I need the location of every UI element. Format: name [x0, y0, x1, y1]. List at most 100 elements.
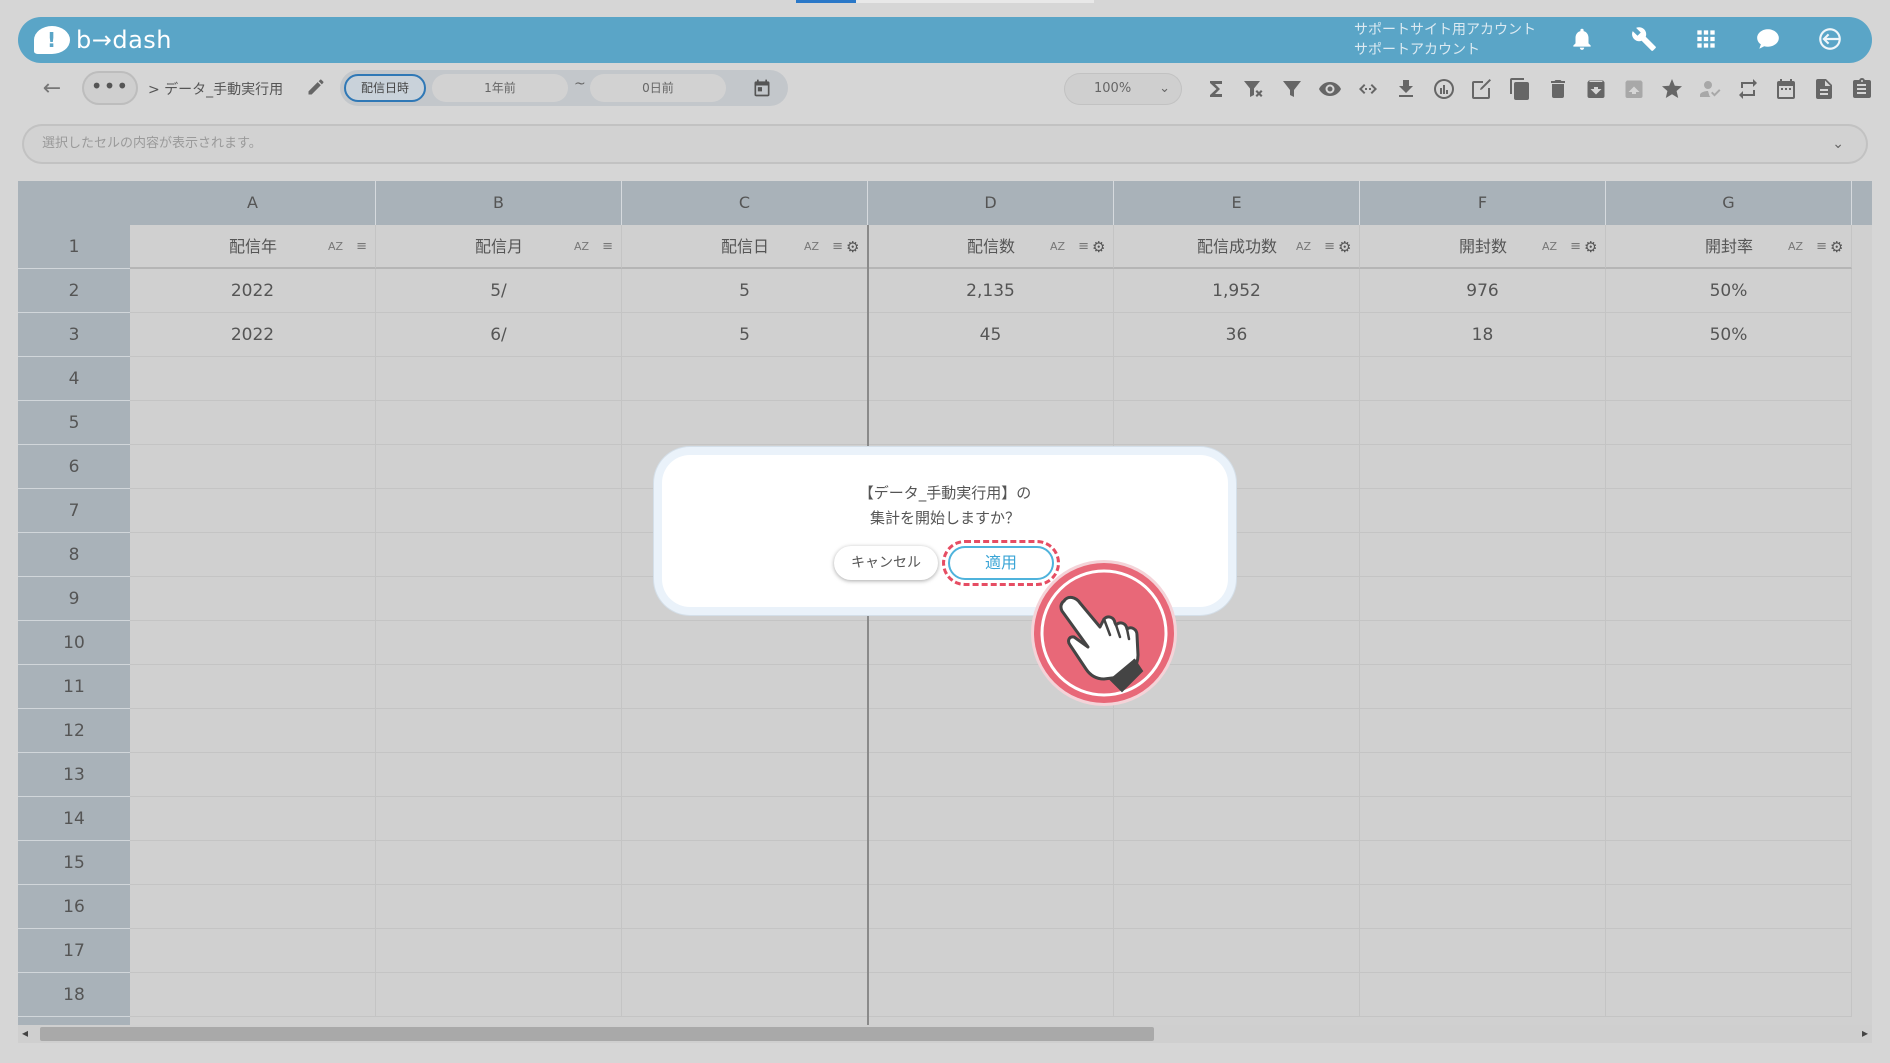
date-to-field[interactable]: 0日前	[590, 74, 726, 102]
table-cell[interactable]: 2,135	[868, 269, 1114, 313]
table-cell[interactable]	[868, 753, 1114, 797]
sort-az-icon[interactable]: AZ	[1542, 225, 1557, 269]
table-cell[interactable]	[1114, 709, 1360, 753]
table-cell[interactable]	[1360, 797, 1606, 841]
more-button[interactable]: •••	[82, 71, 138, 105]
table-cell[interactable]	[376, 797, 622, 841]
user-check-icon[interactable]	[1696, 75, 1724, 103]
table-cell[interactable]	[622, 929, 868, 973]
table-cell[interactable]: 18	[1360, 313, 1606, 357]
column-header-g[interactable]: G	[1606, 181, 1852, 225]
table-cell[interactable]	[376, 753, 622, 797]
eye-icon[interactable]	[1316, 75, 1344, 103]
sort-az-icon[interactable]: AZ	[1296, 225, 1311, 269]
row-header[interactable]: 1	[18, 225, 130, 269]
table-cell[interactable]	[1114, 885, 1360, 929]
table-cell[interactable]	[1360, 621, 1606, 665]
table-cell[interactable]	[130, 929, 376, 973]
table-cell[interactable]	[130, 445, 376, 489]
table-cell[interactable]: 45	[868, 313, 1114, 357]
table-cell[interactable]	[1606, 489, 1852, 533]
row-header[interactable]: 17	[18, 929, 130, 973]
table-cell[interactable]: 5/	[376, 269, 622, 313]
table-cell[interactable]	[376, 973, 622, 1017]
table-cell[interactable]	[130, 973, 376, 1017]
row-header[interactable]: 4	[18, 357, 130, 401]
row-header[interactable]: 10	[18, 621, 130, 665]
table-cell[interactable]	[1360, 885, 1606, 929]
table-cell[interactable]	[130, 357, 376, 401]
table-cell[interactable]	[1606, 797, 1852, 841]
table-cell[interactable]	[1606, 577, 1852, 621]
table-cell[interactable]	[1606, 621, 1852, 665]
table-cell[interactable]	[622, 709, 868, 753]
row-header[interactable]: 6	[18, 445, 130, 489]
sum-icon[interactable]	[1202, 75, 1230, 103]
table-cell[interactable]: 36	[1114, 313, 1360, 357]
table-cell[interactable]	[622, 621, 868, 665]
table-cell[interactable]	[1360, 709, 1606, 753]
repeat-icon[interactable]	[1734, 75, 1762, 103]
scroll-right-icon[interactable]: ▸	[1862, 1026, 1868, 1040]
table-cell[interactable]	[130, 577, 376, 621]
code-icon[interactable]	[1354, 75, 1382, 103]
copy-icon[interactable]	[1506, 75, 1534, 103]
table-cell[interactable]	[376, 489, 622, 533]
filter-icon[interactable]: ≡	[602, 225, 613, 269]
table-cell[interactable]	[376, 445, 622, 489]
pencil-icon[interactable]	[306, 77, 326, 97]
filter-icon[interactable]: ≡	[1078, 225, 1089, 269]
filter-icon[interactable]: ≡	[356, 225, 367, 269]
sort-az-icon[interactable]: AZ	[1050, 225, 1065, 269]
table-cell[interactable]	[1360, 841, 1606, 885]
table-cell[interactable]	[1606, 445, 1852, 489]
table-cell[interactable]	[130, 401, 376, 445]
header-cell[interactable]: ⚙ 配信数 AZ ≡	[868, 225, 1114, 269]
trash-icon[interactable]	[1544, 75, 1572, 103]
chart-icon[interactable]	[1430, 75, 1458, 103]
filter-clear-icon[interactable]	[1240, 75, 1268, 103]
table-cell[interactable]	[1606, 665, 1852, 709]
table-cell[interactable]	[1114, 797, 1360, 841]
table-cell[interactable]: 50%	[1606, 269, 1852, 313]
row-header[interactable]: 12	[18, 709, 130, 753]
breadcrumb[interactable]: > データ_手動実行用	[148, 79, 283, 99]
scrollbar-thumb[interactable]	[40, 1027, 1154, 1041]
row-header[interactable]: 18	[18, 973, 130, 1017]
table-cell[interactable]	[130, 489, 376, 533]
table-cell[interactable]	[1606, 841, 1852, 885]
table-cell[interactable]: 976	[1360, 269, 1606, 313]
header-cell[interactable]: ⚙ 配信成功数 AZ ≡	[1114, 225, 1360, 269]
row-header[interactable]: 5	[18, 401, 130, 445]
table-cell[interactable]	[376, 577, 622, 621]
column-header-b[interactable]: B	[376, 181, 622, 225]
archive-disabled-icon[interactable]	[1620, 75, 1648, 103]
table-cell[interactable]	[1606, 753, 1852, 797]
table-cell[interactable]	[376, 621, 622, 665]
table-cell[interactable]	[130, 797, 376, 841]
header-cell[interactable]: 配信月 AZ ≡	[376, 225, 622, 269]
wrench-icon[interactable]	[1630, 25, 1658, 53]
row-header[interactable]: 14	[18, 797, 130, 841]
star-icon[interactable]	[1658, 75, 1686, 103]
table-cell[interactable]	[1606, 973, 1852, 1017]
table-cell[interactable]	[130, 753, 376, 797]
table-cell[interactable]	[622, 357, 868, 401]
table-cell[interactable]	[622, 665, 868, 709]
table-cell[interactable]	[1606, 533, 1852, 577]
row-header[interactable]: 16	[18, 885, 130, 929]
table-cell[interactable]	[376, 533, 622, 577]
table-cell[interactable]	[376, 665, 622, 709]
table-cell[interactable]	[868, 709, 1114, 753]
table-cell[interactable]	[868, 357, 1114, 401]
table-cell[interactable]	[130, 841, 376, 885]
filter-icon[interactable]	[1278, 75, 1306, 103]
table-cell[interactable]	[1360, 489, 1606, 533]
sort-az-icon[interactable]: AZ	[1788, 225, 1803, 269]
table-cell[interactable]	[622, 401, 868, 445]
table-cell[interactable]	[1360, 973, 1606, 1017]
table-cell[interactable]	[868, 797, 1114, 841]
table-cell[interactable]	[1114, 357, 1360, 401]
table-cell[interactable]: 1,952	[1114, 269, 1360, 313]
logo[interactable]: b→dash	[34, 25, 172, 55]
